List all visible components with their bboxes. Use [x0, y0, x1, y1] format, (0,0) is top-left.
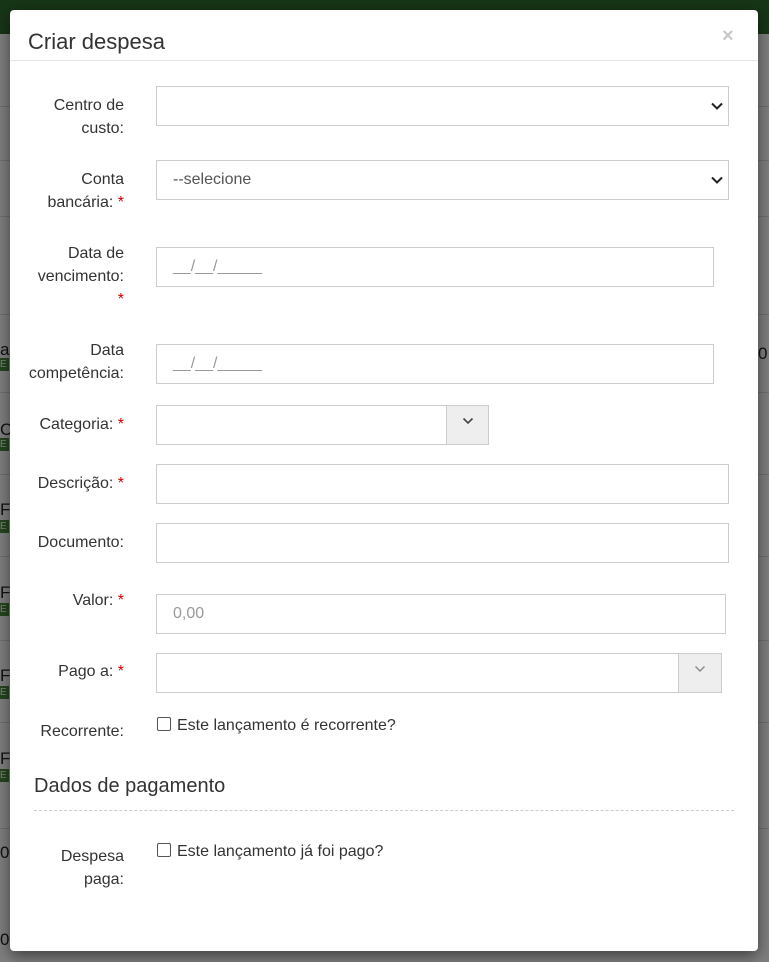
recurring-label-text: Recorrente:	[40, 723, 124, 740]
required-marker: *	[117, 475, 124, 492]
paid-to-select[interactable]	[156, 653, 722, 693]
amount-label-text: Valor:	[72, 592, 114, 609]
amount-label: Valor: *	[10, 589, 124, 612]
bank-account-label-line1: Conta	[81, 171, 124, 188]
amount-placeholder: 0,00	[173, 605, 205, 622]
paid-checkbox-label[interactable]: Este lançamento já foi pago?	[177, 842, 383, 862]
recurring-label: Recorrente:	[10, 720, 124, 743]
recurring-checkbox[interactable]	[157, 717, 171, 731]
paid-to-dropdown-button[interactable]	[678, 653, 722, 693]
required-marker: *	[117, 663, 124, 680]
required-marker: *	[117, 291, 124, 308]
bank-account-value: --selecione	[173, 171, 252, 188]
chevron-down-icon	[695, 666, 705, 672]
description-label: Descrição: *	[10, 472, 124, 495]
recurring-checkbox-label[interactable]: Este lançamento é recorrente?	[177, 716, 396, 736]
competence-date-input[interactable]: __/__/_____	[156, 344, 714, 384]
chevron-down-icon	[711, 176, 723, 184]
required-marker: *	[117, 416, 124, 433]
description-label-text: Descrição:	[37, 475, 114, 492]
paid-label-line2: paga:	[83, 871, 124, 888]
cost-center-label-line1: Centro de	[53, 97, 124, 114]
due-date-label-line2: vencimento:	[37, 268, 124, 285]
close-icon[interactable]: ×	[722, 24, 734, 48]
payment-section-title: Dados de pagamento	[34, 775, 226, 797]
section-divider	[34, 810, 734, 811]
competence-date-label-line1: Data	[90, 342, 124, 359]
document-label-text: Documento:	[37, 534, 124, 551]
create-expense-modal: Criar despesa × Centro de custo: Conta b…	[10, 10, 758, 951]
amount-input[interactable]: 0,00	[156, 594, 726, 634]
due-date-label-line1: Data de	[67, 245, 124, 262]
required-marker: *	[117, 194, 124, 211]
modal-title: Criar despesa	[28, 29, 165, 54]
cost-center-label: Centro de custo:	[10, 94, 124, 140]
document-input[interactable]	[156, 523, 729, 563]
paid-label-line1: Despesa	[60, 848, 124, 865]
paid-checkbox[interactable]	[157, 843, 171, 857]
chevron-down-icon	[711, 102, 723, 110]
competence-date-label: Data competência:	[10, 339, 124, 385]
competence-date-placeholder: __/__/_____	[173, 355, 262, 372]
category-dropdown-button[interactable]	[446, 405, 489, 445]
bank-account-label: Conta bancária: *	[10, 168, 124, 214]
cost-center-select[interactable]	[156, 86, 729, 126]
chevron-down-icon	[462, 417, 473, 425]
due-date-placeholder: __/__/_____	[173, 258, 262, 275]
modal-header: Criar despesa ×	[10, 10, 758, 61]
document-label: Documento:	[10, 531, 124, 554]
category-label-text: Categoria:	[39, 416, 114, 433]
paid-to-label-text: Pago a:	[58, 663, 114, 680]
due-date-label: Data de vencimento: *	[10, 242, 124, 311]
paid-label: Despesa paga:	[10, 845, 124, 891]
paid-to-label: Pago a: *	[10, 660, 124, 683]
cost-center-label-line2: custo:	[81, 120, 124, 137]
competence-date-label-line2: competência:	[28, 365, 124, 382]
description-input[interactable]	[156, 464, 729, 504]
category-select[interactable]	[156, 405, 489, 445]
bank-account-select[interactable]: --selecione	[156, 160, 729, 200]
required-marker: *	[117, 592, 124, 609]
bank-account-label-line2: bancária:	[47, 194, 114, 211]
due-date-input[interactable]: __/__/_____	[156, 247, 714, 287]
category-label: Categoria: *	[10, 413, 124, 436]
